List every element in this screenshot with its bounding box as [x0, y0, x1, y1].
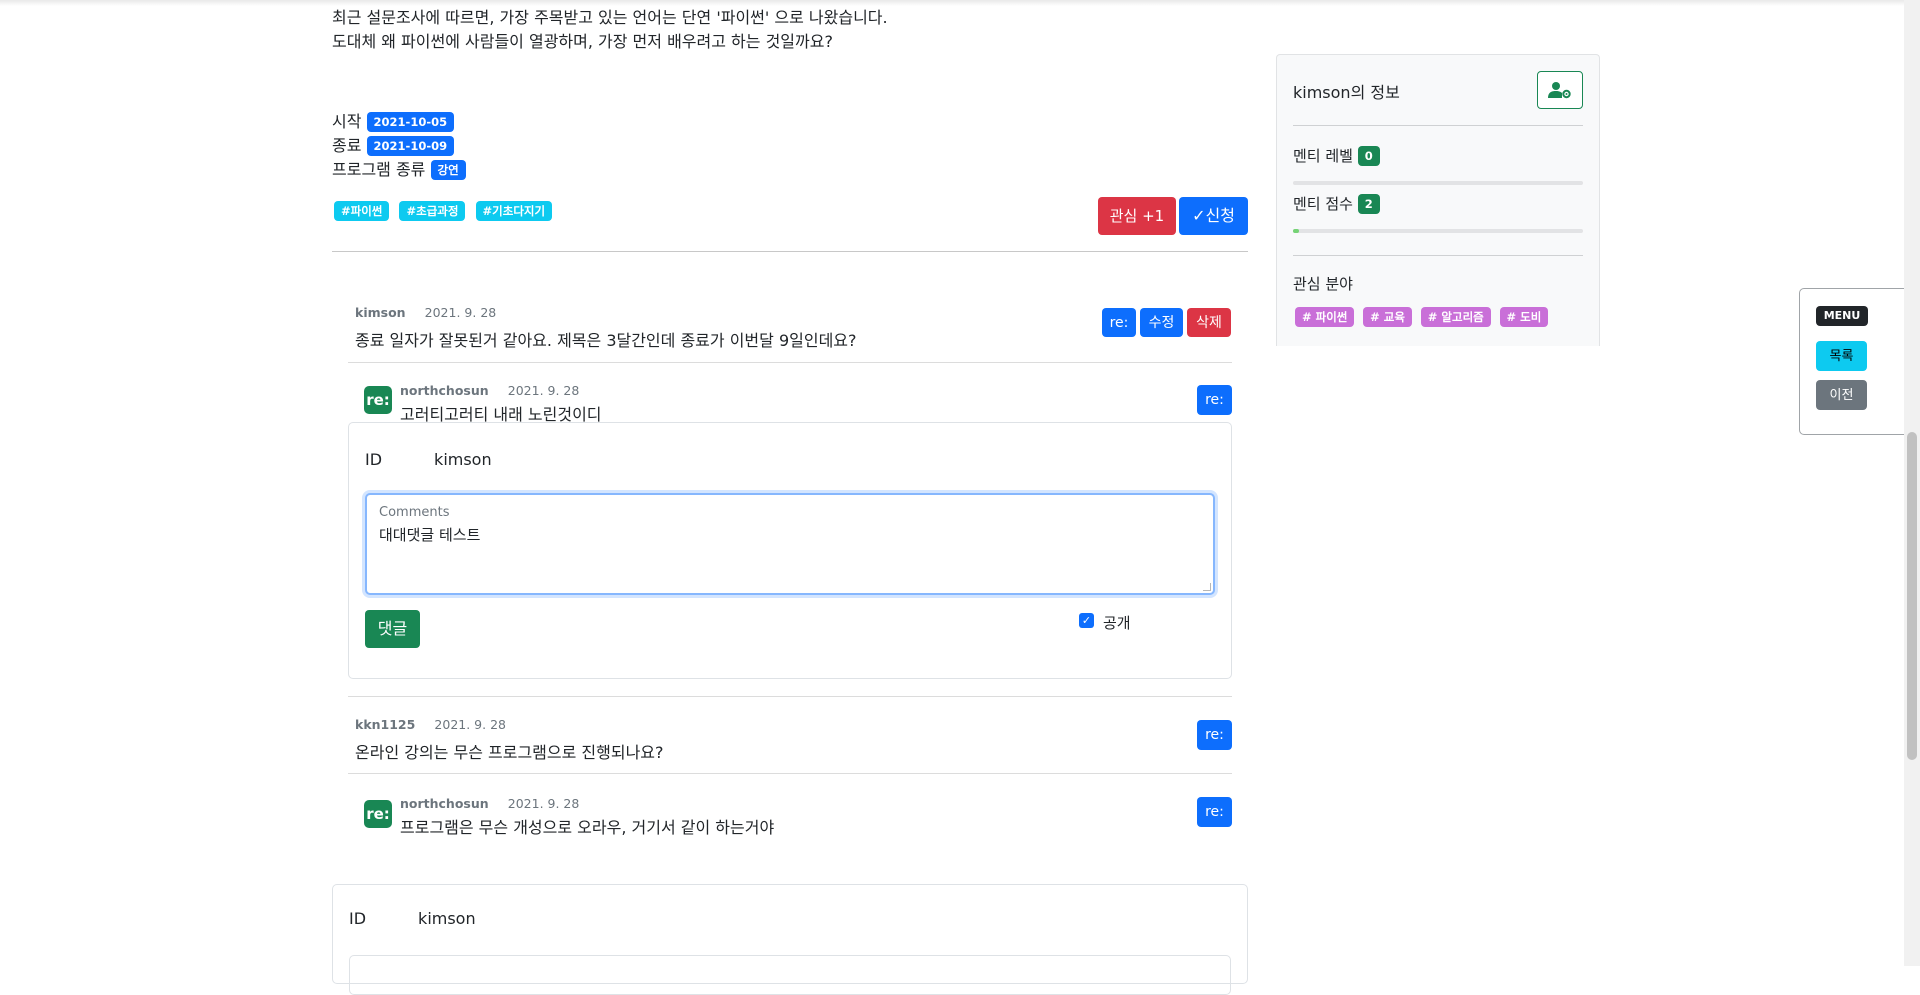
- id-label: ID: [365, 450, 383, 469]
- reply-button[interactable]: re:: [1197, 720, 1232, 750]
- list-button[interactable]: 목록: [1816, 341, 1867, 371]
- mentee-score-row: 멘티 점수 2: [1293, 193, 1380, 214]
- mentee-level-badge: 0: [1357, 146, 1380, 166]
- reply-button[interactable]: re:: [1197, 385, 1232, 415]
- submit-comment-button[interactable]: 댓글: [365, 610, 420, 648]
- resize-grip-icon[interactable]: [1203, 583, 1211, 591]
- start-date-row: 시작 2021-10-05: [332, 111, 455, 133]
- reply-form: ID kimson Comments 대대댓글 테스트 댓글 ✓ 공개: [348, 422, 1232, 679]
- reply-badge-icon: re:: [364, 800, 392, 828]
- interest-tags: # 파이썬 # 교육 # 알고리즘 # 도비: [1295, 307, 1549, 327]
- comment-divider: [348, 696, 1232, 697]
- program-type-label: 프로그램 종류: [332, 160, 426, 179]
- program-type-row: 프로그램 종류 강연: [332, 159, 466, 181]
- apply-button[interactable]: ✓신청: [1179, 197, 1248, 235]
- tag-badge[interactable]: #기초다지기: [475, 201, 553, 221]
- comment-author: northchosun: [400, 383, 489, 398]
- intro-line-1: 최근 설문조사에 따르면, 가장 주목받고 있는 언어는 단연 '파이썬' 으로…: [332, 8, 888, 27]
- mentee-score-progress-fill: [1293, 229, 1299, 233]
- mentee-score-progress: [1293, 229, 1583, 233]
- page-scrollbar[interactable]: [1904, 0, 1920, 966]
- mentee-level-progress: [1293, 181, 1583, 185]
- comment-text: 프로그램은 무슨 개성으로 오라우, 거기서 같이 하는거야: [400, 818, 775, 837]
- delete-comment-button[interactable]: 삭제: [1187, 308, 1231, 337]
- end-date-row: 종료 2021-10-09: [332, 135, 455, 157]
- comments-value: 대대댓글 테스트: [379, 526, 481, 544]
- user-settings-button[interactable]: [1537, 71, 1583, 109]
- tag-badge[interactable]: #초급과정: [399, 201, 466, 221]
- new-comment-id-row: ID kimson: [349, 909, 476, 928]
- end-date-badge: 2021-10-09: [366, 136, 455, 156]
- user-info-card: kimson의 정보 멘티 레벨 0 멘티 점수 2 관심 분야 # 파이썬 #…: [1276, 54, 1600, 346]
- new-comment-textarea[interactable]: [349, 955, 1231, 995]
- reply-button[interactable]: re:: [1197, 797, 1232, 827]
- start-date-badge: 2021-10-05: [366, 112, 455, 132]
- comment-text: 종료 일자가 잘못된거 같아요. 제목은 3달간인데 종료가 이번달 9일인데요…: [355, 331, 857, 350]
- edit-comment-button[interactable]: 수정: [1140, 308, 1183, 337]
- interest-plus-button[interactable]: 관심 +1: [1098, 197, 1176, 235]
- interest-tag[interactable]: # 알고리즘: [1420, 307, 1491, 327]
- scrollbar-thumb[interactable]: [1907, 432, 1917, 760]
- comment-author: kimson: [355, 305, 406, 320]
- tag-badge[interactable]: #파이썬: [334, 201, 390, 221]
- interest-tag[interactable]: # 도비: [1499, 307, 1549, 327]
- menu-title: MENU: [1816, 306, 1868, 326]
- card-divider: [1293, 125, 1583, 126]
- post-divider: [332, 251, 1248, 252]
- comment-divider: [348, 773, 1232, 774]
- comment-date: 2021. 9. 28: [434, 717, 506, 732]
- comment-date: 2021. 9. 28: [507, 383, 580, 398]
- floating-menu: MENU 목록 이전: [1799, 288, 1918, 435]
- comments-textarea[interactable]: Comments 대대댓글 테스트: [365, 493, 1215, 595]
- comment-author: northchosun: [400, 796, 489, 811]
- comment-date: 2021. 9. 28: [424, 305, 497, 320]
- end-label: 종료: [332, 136, 362, 155]
- reply-button[interactable]: re:: [1102, 308, 1136, 337]
- id-value: kimson: [418, 909, 476, 928]
- reply-id-row: ID kimson: [365, 450, 492, 469]
- comment-text: 온라인 강의는 무슨 프로그램으로 진행되나요?: [355, 743, 664, 762]
- comment-item: kimson 2021. 9. 28 종료 일자가 잘못된거 같아요. 제목은 …: [355, 302, 857, 351]
- post-intro: 최근 설문조사에 따르면, 가장 주목받고 있는 언어는 단연 '파이썬' 으로…: [332, 6, 888, 54]
- intro-line-2: 도대체 왜 파이썬에 사람들이 열광하며, 가장 먼저 배우려고 하는 것일까요…: [332, 32, 833, 51]
- prev-button[interactable]: 이전: [1816, 380, 1867, 410]
- reply-badge-icon: re:: [364, 386, 392, 414]
- comment-item: kkn1125 2021. 9. 28 온라인 강의는 무슨 프로그램으로 진행…: [355, 714, 664, 763]
- mentee-score-label: 멘티 점수: [1293, 195, 1353, 213]
- user-info-title: kimson의 정보: [1293, 83, 1400, 102]
- mentee-level-row: 멘티 레벨 0: [1293, 145, 1380, 166]
- comment-author: kkn1125: [355, 717, 416, 732]
- top-shadow: [0, 0, 1904, 6]
- user-gear-icon: [1548, 82, 1571, 99]
- reply-item: northchosun 2021. 9. 28 프로그램은 무슨 개성으로 오라…: [400, 793, 774, 838]
- interest-tag[interactable]: # 파이썬: [1295, 307, 1355, 327]
- public-label: 공개: [1103, 614, 1131, 632]
- card-divider: [1293, 255, 1583, 256]
- reply-item: northchosun 2021. 9. 28 고러티고러티 내래 노린것이디: [400, 380, 602, 425]
- new-comment-form: ID kimson: [332, 884, 1248, 995]
- comments-label: Comments: [379, 505, 450, 520]
- mentee-level-label: 멘티 레벨: [1293, 147, 1353, 165]
- comment-divider: [348, 362, 1232, 363]
- id-value: kimson: [434, 450, 492, 469]
- interest-tag[interactable]: # 교육: [1363, 307, 1412, 327]
- interest-label: 관심 분야: [1293, 275, 1353, 293]
- post-tags: #파이썬 #초급과정 #기초다지기: [334, 201, 557, 221]
- id-label: ID: [349, 909, 367, 928]
- public-checkbox[interactable]: ✓: [1079, 613, 1094, 628]
- comment-date: 2021. 9. 28: [507, 796, 580, 811]
- mentee-score-badge: 2: [1357, 194, 1380, 214]
- start-label: 시작: [332, 112, 362, 131]
- program-type-badge: 강연: [430, 160, 466, 180]
